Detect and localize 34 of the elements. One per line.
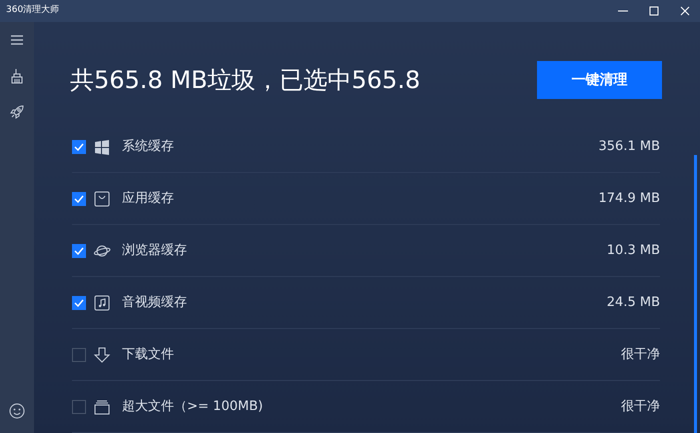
check-icon xyxy=(74,142,84,150)
summary-headline: 共565.8 MB垃圾，已选中565.8 xyxy=(70,65,420,96)
checkbox[interactable] xyxy=(72,348,86,362)
check-icon xyxy=(74,246,84,254)
checkbox[interactable] xyxy=(72,400,86,414)
checkbox[interactable] xyxy=(72,244,86,258)
item-size: 174.9 MB xyxy=(598,190,660,208)
close-icon xyxy=(680,6,690,16)
item-label: 下载文件 xyxy=(122,346,174,364)
item-size: 10.3 MB xyxy=(606,242,660,260)
folder-icon xyxy=(94,398,110,414)
music-icon xyxy=(94,294,110,310)
scrollbar[interactable] xyxy=(694,155,697,433)
item-size: 356.1 MB xyxy=(598,138,660,156)
check-icon xyxy=(74,298,84,306)
maximize-icon xyxy=(648,6,658,16)
clean-button[interactable]: 一键清理 xyxy=(537,61,662,99)
item-size: 24.5 MB xyxy=(606,294,660,312)
windows-icon xyxy=(94,138,110,154)
window-title: 360清理大师 xyxy=(5,4,60,18)
download-icon xyxy=(94,346,110,362)
bag-icon xyxy=(94,190,110,206)
checkbox[interactable] xyxy=(72,192,86,206)
item-size: 很干净 xyxy=(621,346,660,364)
item-label: 超大文件（>= 100MB) xyxy=(122,398,263,416)
item-size: 很干净 xyxy=(621,398,660,416)
item-label: 浏览器缓存 xyxy=(122,242,187,260)
check-icon xyxy=(74,194,84,202)
item-label: 系统缓存 xyxy=(122,138,174,156)
checkbox[interactable] xyxy=(72,296,86,310)
item-label: 应用缓存 xyxy=(122,190,174,208)
checkbox[interactable] xyxy=(72,140,86,154)
item-label: 音视频缓存 xyxy=(122,294,187,312)
planet-icon xyxy=(94,242,110,258)
